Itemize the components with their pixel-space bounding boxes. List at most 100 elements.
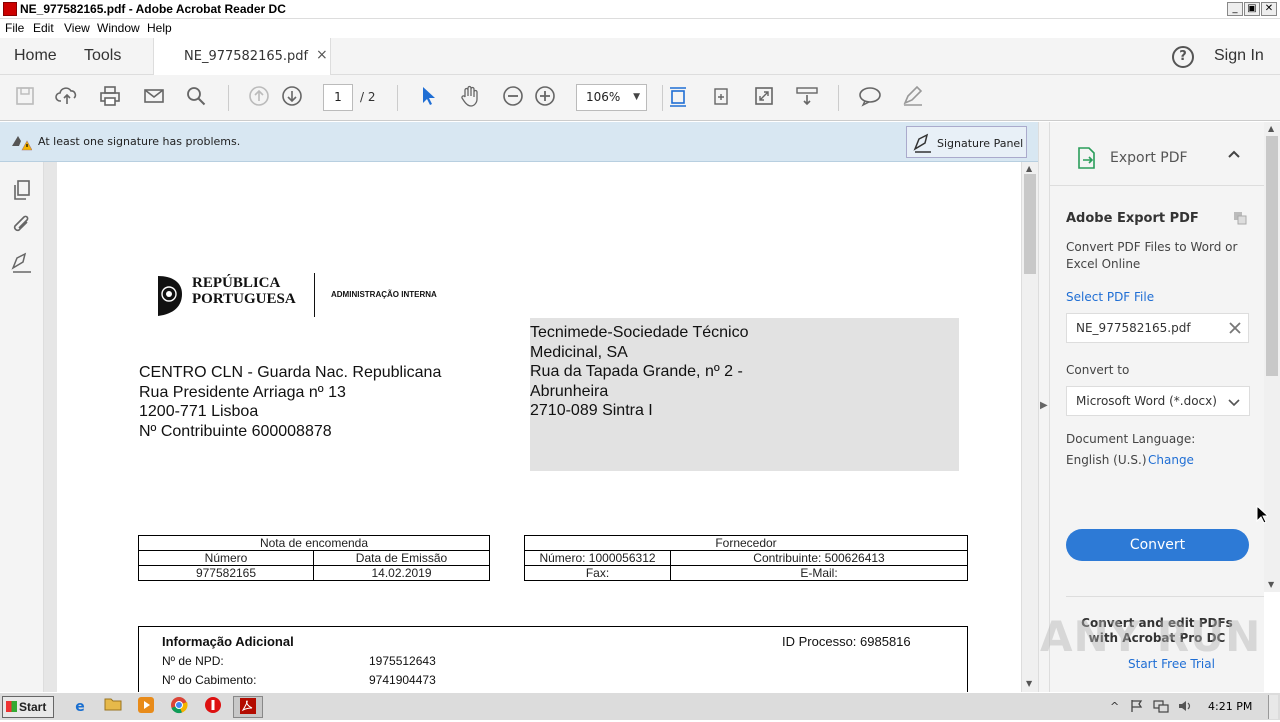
adobe-export-pdf-title: Adobe Export PDF xyxy=(1066,211,1199,226)
signature-panel-label: Signature Panel xyxy=(937,137,1024,150)
document-scrollbar[interactable]: ▲ ▼ xyxy=(1021,162,1038,692)
network-icon[interactable] xyxy=(1153,699,1169,716)
tab-bar: Home Tools NE_977582165.pdf × ? Sign In xyxy=(0,38,1280,75)
zoom-out-icon[interactable] xyxy=(500,85,526,111)
logo-line-1: REPÚBLICA xyxy=(192,275,281,291)
fit-page-icon[interactable] xyxy=(665,85,691,111)
sender-address: CENTRO CLN - Guarda Nac. Republicana Rua… xyxy=(139,363,441,441)
sign-in-link[interactable]: Sign In xyxy=(1214,47,1264,65)
start-button[interactable]: Start xyxy=(2,696,54,718)
scrollbar-thumb[interactable] xyxy=(1024,174,1036,274)
select-cursor-icon[interactable] xyxy=(415,85,441,111)
acrobat-app-icon xyxy=(3,2,17,16)
tab-home[interactable]: Home xyxy=(14,47,57,65)
collapse-right-arrow-icon[interactable]: ▶ xyxy=(1040,400,1048,411)
menu-file[interactable]: File xyxy=(5,21,24,35)
convert-format-select[interactable]: Microsoft Word (*.docx) xyxy=(1066,386,1250,416)
menu-window[interactable]: Window xyxy=(97,21,140,35)
republic-logo-icon xyxy=(152,274,186,321)
window-title: NE_977582165.pdf - Adobe Acrobat Reader … xyxy=(20,2,286,16)
menu-view[interactable]: View xyxy=(64,21,90,35)
clock: 4:21 PM xyxy=(1208,700,1253,713)
upload-cloud-icon[interactable] xyxy=(54,85,80,111)
issue-date-value: 14.02.2019 xyxy=(313,565,490,581)
clear-file-icon[interactable] xyxy=(1229,322,1241,337)
scroll-down-arrow-icon[interactable]: ▼ xyxy=(1026,679,1032,688)
media-player-icon[interactable] xyxy=(135,696,157,718)
export-pdf-title: Export PDF xyxy=(1110,150,1188,166)
recipient-address: Tecnimede-Sociedade Técnico Medicinal, S… xyxy=(530,323,749,421)
zoom-select[interactable]: 106% ▼ xyxy=(576,84,647,111)
copy-icon[interactable] xyxy=(1232,210,1248,229)
change-language-link[interactable]: Change xyxy=(1148,453,1194,467)
chrome-icon[interactable] xyxy=(168,696,190,718)
toolbar-divider xyxy=(662,85,663,111)
logo-department: ADMINISTRAÇÃO INTERNA xyxy=(331,290,437,299)
help-icon[interactable]: ? xyxy=(1172,46,1194,68)
signatures-icon[interactable] xyxy=(10,252,34,276)
full-screen-icon[interactable] xyxy=(751,85,777,111)
export-pdf-header[interactable]: Export PDF xyxy=(1050,122,1264,186)
folder-icon[interactable] xyxy=(102,696,124,718)
panel-scrollbar-thumb[interactable] xyxy=(1266,136,1278,376)
close-tab-icon[interactable]: × xyxy=(316,47,328,63)
convert-button[interactable]: Convert xyxy=(1066,529,1249,561)
tab-tools[interactable]: Tools xyxy=(84,47,121,65)
print-icon[interactable] xyxy=(97,85,123,111)
menu-help[interactable]: Help xyxy=(147,21,172,35)
comment-icon[interactable] xyxy=(857,85,883,111)
highlight-pen-icon[interactable] xyxy=(900,85,926,111)
cabimento-value: 9741904473 xyxy=(369,673,436,687)
panel-scroll-up-icon[interactable]: ▲ xyxy=(1268,124,1274,133)
tray-expand-icon[interactable]: ^ xyxy=(1110,700,1119,713)
show-desktop-button[interactable] xyxy=(1268,695,1278,719)
close-window-button[interactable]: ✕ xyxy=(1261,2,1277,16)
order-table: Nota de encomenda Número Data de Emissão … xyxy=(138,535,490,581)
email-icon[interactable] xyxy=(141,85,167,111)
sender-line: Rua Presidente Arriaga nº 13 xyxy=(139,383,346,401)
panel-splitter[interactable]: ▶ xyxy=(1038,122,1050,692)
mouse-cursor-icon xyxy=(1256,504,1270,528)
scroll-up-arrow-icon[interactable]: ▲ xyxy=(1026,164,1032,173)
document-language-value: English (U.S.) xyxy=(1066,453,1147,467)
page-thumbnails-icon[interactable] xyxy=(10,178,34,202)
chevron-up-icon[interactable] xyxy=(1227,148,1241,163)
volume-icon[interactable] xyxy=(1178,699,1194,716)
scroll-mode-icon[interactable] xyxy=(794,85,820,111)
chevron-down-icon: ▼ xyxy=(633,92,640,102)
rotate-icon[interactable] xyxy=(708,85,734,111)
signature-panel-button[interactable]: Signature Panel xyxy=(906,126,1027,158)
export-pdf-icon xyxy=(1076,146,1098,173)
search-icon[interactable] xyxy=(183,85,209,111)
next-page-icon[interactable] xyxy=(279,85,305,111)
signature-warning-text: At least one signature has problems. xyxy=(38,135,241,148)
order-number-header: Número xyxy=(138,550,314,566)
selected-file-field[interactable]: NE_977582165.pdf xyxy=(1066,313,1249,343)
ie-icon[interactable]: e xyxy=(69,696,91,718)
logo-divider xyxy=(314,273,315,317)
supplier-table-title: Fornecedor xyxy=(524,535,968,551)
panel-scroll-down-icon[interactable]: ▼ xyxy=(1268,580,1274,589)
page-number-input[interactable]: 1 xyxy=(323,84,353,111)
acrobat-taskbar-icon[interactable] xyxy=(233,696,263,718)
previous-page-icon[interactable] xyxy=(246,85,272,111)
order-number-value: 977582165 xyxy=(138,565,314,581)
recipient-line: Medicinal, SA xyxy=(530,343,628,361)
selected-file-name: NE_977582165.pdf xyxy=(1076,321,1191,335)
logo-text: REPÚBLICA PORTUGUESA xyxy=(192,275,296,307)
menu-edit[interactable]: Edit xyxy=(33,21,54,35)
process-id: ID Processo: 6985816 xyxy=(782,634,911,649)
hand-tool-icon[interactable] xyxy=(457,85,483,111)
attachments-icon[interactable] xyxy=(10,214,34,238)
tab-document[interactable]: NE_977582165.pdf × xyxy=(153,38,331,75)
zoom-in-icon[interactable] xyxy=(532,85,558,111)
minimize-button[interactable]: _ xyxy=(1227,2,1243,16)
restore-button[interactable]: ▣ xyxy=(1244,2,1260,16)
export-description: Convert PDF Files to Word or Excel Onlin… xyxy=(1066,240,1238,271)
zoom-value: 106% xyxy=(586,90,621,104)
flag-icon[interactable] xyxy=(1130,699,1144,716)
security-app-icon[interactable] xyxy=(202,696,224,718)
save-icon[interactable] xyxy=(12,85,38,111)
sender-line: 1200-771 Lisboa xyxy=(139,403,259,421)
select-pdf-file-link[interactable]: Select PDF File xyxy=(1066,290,1154,304)
